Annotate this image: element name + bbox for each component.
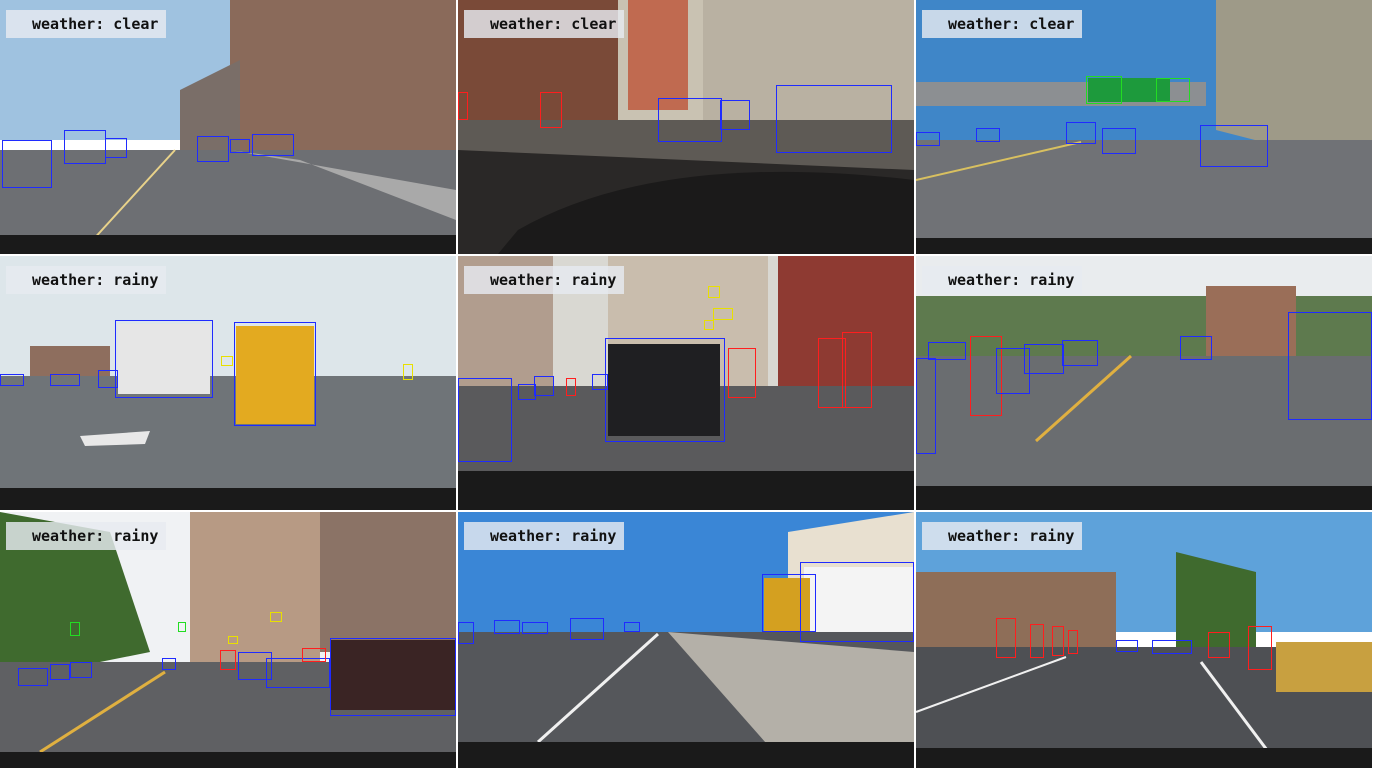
- traffic-light-box: [270, 612, 282, 622]
- car-box: [105, 138, 127, 158]
- traffic-light-box: [704, 320, 714, 330]
- car-box: [534, 376, 554, 396]
- car-box: [0, 374, 24, 386]
- car-box: [976, 128, 1000, 142]
- car-box: [197, 136, 229, 162]
- scene-panel-8: weather: rainy: [458, 512, 914, 768]
- truck-box: [800, 562, 914, 642]
- car-box: [230, 139, 250, 153]
- scene-panel-1: weather: clear: [0, 0, 456, 254]
- car-box: [458, 622, 474, 644]
- car-box: [658, 98, 722, 142]
- pedestrian-box: [566, 378, 576, 396]
- weather-label: weather: rainy: [464, 522, 625, 550]
- weather-label: weather: clear: [464, 10, 625, 38]
- scene-panel-6: weather: rainy: [916, 256, 1372, 510]
- pedestrian-box: [842, 332, 872, 408]
- pedestrian-box: [1068, 630, 1078, 654]
- weather-label: weather: rainy: [464, 266, 625, 294]
- traffic-sign-box: [70, 622, 80, 636]
- car-box: [266, 658, 330, 688]
- traffic-sign-box: [1156, 78, 1190, 102]
- taxi-box: [234, 322, 316, 426]
- car-box: [252, 134, 294, 156]
- scene-panel-2: weather: clear: [458, 0, 914, 254]
- scene-panel-4: weather: rainy: [0, 256, 456, 510]
- pedestrian-box: [458, 92, 468, 120]
- traffic-light-box: [403, 364, 413, 380]
- car-box: [522, 622, 548, 634]
- car-box: [2, 140, 52, 188]
- car-box: [1102, 128, 1136, 154]
- weather-label: weather: rainy: [6, 522, 167, 550]
- pedestrian-box: [1208, 632, 1230, 658]
- weather-label: weather: rainy: [922, 266, 1083, 294]
- car-box: [928, 342, 966, 360]
- car-box: [1066, 122, 1096, 144]
- pedestrian-box: [540, 92, 562, 128]
- car-box: [50, 374, 80, 386]
- pedestrian-box: [220, 650, 236, 670]
- traffic-light-box: [708, 286, 720, 298]
- pedestrian-box: [1248, 626, 1272, 670]
- pedestrian-box: [1030, 624, 1044, 658]
- car-box: [605, 338, 725, 442]
- weather-label: weather: clear: [6, 10, 167, 38]
- street-scene: [916, 512, 1372, 768]
- car-box: [18, 668, 48, 686]
- car-box: [1288, 312, 1372, 420]
- pedestrian-box: [728, 348, 756, 398]
- car-box: [624, 622, 640, 632]
- pedestrian-box: [996, 618, 1016, 658]
- car-box: [1152, 640, 1192, 654]
- image-grid: weather: clear weather: clear weather: c…: [0, 0, 1392, 772]
- car-box: [70, 662, 92, 678]
- car-box: [1062, 340, 1098, 366]
- car-box: [1180, 336, 1212, 360]
- car-box: [570, 618, 604, 640]
- car-box: [916, 358, 936, 454]
- traffic-light-box: [228, 636, 238, 644]
- car-box: [494, 620, 520, 634]
- truck-box: [115, 320, 213, 398]
- street-scene: [0, 0, 456, 254]
- pedestrian-box: [302, 648, 326, 662]
- scene-panel-3: weather: clear: [916, 0, 1372, 254]
- weather-label: weather: rainy: [922, 522, 1083, 550]
- car-box: [1024, 344, 1064, 374]
- car-box: [162, 658, 176, 670]
- car-box: [50, 664, 70, 680]
- traffic-sign-box: [1086, 76, 1122, 104]
- car-box: [916, 132, 940, 146]
- car-box: [458, 378, 512, 462]
- traffic-light-box: [221, 356, 233, 366]
- car-box: [1116, 640, 1138, 652]
- scene-panel-9: weather: rainy: [916, 512, 1372, 768]
- traffic-light-box: [713, 308, 733, 320]
- scene-panel-5: weather: rainy: [458, 256, 914, 510]
- car-box: [776, 85, 892, 153]
- street-scene: [916, 0, 1372, 254]
- scene-panel-7: weather: rainy: [0, 512, 456, 768]
- car-box: [720, 100, 750, 130]
- weather-label: weather: clear: [922, 10, 1083, 38]
- weather-label: weather: rainy: [6, 266, 167, 294]
- car-box: [64, 130, 106, 164]
- pedestrian-box: [1052, 626, 1064, 656]
- car-box: [330, 638, 456, 716]
- traffic-sign-box: [178, 622, 186, 632]
- car-box: [1200, 125, 1268, 167]
